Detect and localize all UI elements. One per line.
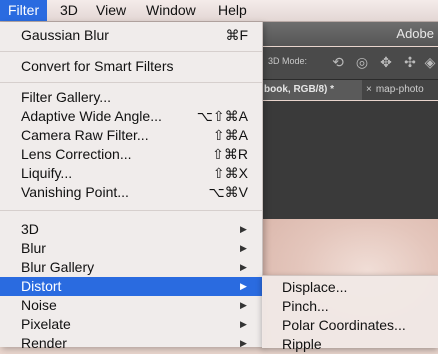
- submenu-arrow-icon: ▶: [240, 300, 247, 310]
- menu-item-camera-raw-filter[interactable]: Camera Raw Filter... ⇧⌘A: [0, 126, 262, 145]
- tab-label: map-photo: [375, 84, 424, 95]
- shortcut-label: ⌥⇧⌘A: [196, 108, 248, 124]
- close-tab-icon[interactable]: ×: [362, 84, 376, 95]
- shortcut-label: ⌘F: [225, 27, 248, 43]
- submenu-arrow-icon: ▶: [240, 224, 247, 234]
- menu-item-render[interactable]: Render ▶: [0, 334, 262, 353]
- roll-3d-icon[interactable]: ◎: [354, 54, 370, 70]
- menu-view[interactable]: View: [96, 0, 126, 21]
- menu-help[interactable]: Help: [218, 0, 247, 21]
- filter-menu: Gaussian Blur ⌘F Convert for Smart Filte…: [0, 22, 263, 351]
- submenu-arrow-icon: ▶: [240, 338, 247, 348]
- scale-3d-icon[interactable]: ◈: [422, 54, 438, 70]
- submenu-arrow-icon: ▶: [240, 262, 247, 272]
- menu-item-vanishing-point[interactable]: Vanishing Point... ⌥⌘V: [0, 183, 262, 202]
- rotate-3d-icon[interactable]: ⟲: [330, 54, 346, 70]
- submenu-arrow-icon: ▶: [240, 243, 247, 253]
- menu-item-convert-smart-filters[interactable]: Convert for Smart Filters: [0, 57, 262, 76]
- shortcut-label: ⇧⌘R: [212, 146, 248, 162]
- menu-divider: [0, 210, 262, 211]
- menu-item-filter-gallery[interactable]: Filter Gallery...: [0, 88, 262, 107]
- submenu-arrow-icon: ▶: [240, 319, 247, 329]
- submenu-arrow-icon: ▶: [240, 281, 247, 291]
- submenu-item-ripple[interactable]: Ripple: [262, 335, 438, 354]
- canvas-dark-area: [262, 101, 438, 219]
- menu-item-liquify[interactable]: Liquify... ⇧⌘X: [0, 164, 262, 183]
- document-tabs: book, RGB/8) * × map-photo: [262, 80, 438, 100]
- menu-item-adaptive-wide-angle[interactable]: Adaptive Wide Angle... ⌥⇧⌘A: [0, 107, 262, 126]
- menu-window[interactable]: Window: [146, 0, 196, 21]
- submenu-item-pinch[interactable]: Pinch...: [262, 297, 438, 316]
- drag-3d-icon[interactable]: ✥: [378, 54, 394, 70]
- shortcut-label: ⌥⌘V: [208, 184, 248, 200]
- menu-3d[interactable]: 3D: [60, 0, 78, 21]
- submenu-item-displace[interactable]: Displace...: [262, 278, 438, 297]
- shortcut-label: ⇧⌘X: [212, 165, 248, 181]
- tab-document-active[interactable]: book, RGB/8) *: [262, 80, 362, 100]
- menu-item-3d[interactable]: 3D ▶: [0, 220, 262, 239]
- app-titlebar: Adobe: [262, 22, 438, 46]
- menu-divider: [0, 82, 262, 83]
- menu-bar: Filter 3D View Window Help: [0, 0, 438, 22]
- shortcut-label: ⇧⌘A: [212, 127, 248, 143]
- menu-filter[interactable]: Filter: [0, 0, 48, 21]
- slide-3d-icon[interactable]: ✣: [402, 54, 418, 70]
- menu-item-lens-correction[interactable]: Lens Correction... ⇧⌘R: [0, 145, 262, 164]
- menu-item-blur-gallery[interactable]: Blur Gallery ▶: [0, 258, 262, 277]
- menu-item-noise[interactable]: Noise ▶: [0, 296, 262, 315]
- tab-document-map-photo[interactable]: × map-photo: [362, 80, 438, 100]
- app-title: Adobe: [396, 26, 434, 41]
- menu-divider: [0, 51, 262, 52]
- menu-item-distort[interactable]: Distort ▶: [0, 277, 262, 296]
- submenu-item-polar-coordinates[interactable]: Polar Coordinates...: [262, 316, 438, 335]
- 3d-mode-label: 3D Mode:: [268, 56, 308, 66]
- menu-item-gaussian-blur[interactable]: Gaussian Blur ⌘F: [0, 26, 262, 45]
- menu-item-pixelate[interactable]: Pixelate ▶: [0, 315, 262, 334]
- options-bar: 3D Mode: ⟲ ◎ ✥ ✣ ◈: [262, 47, 438, 80]
- menu-item-blur[interactable]: Blur ▶: [0, 239, 262, 258]
- distort-submenu: Displace... Pinch... Polar Coordinates..…: [262, 275, 438, 352]
